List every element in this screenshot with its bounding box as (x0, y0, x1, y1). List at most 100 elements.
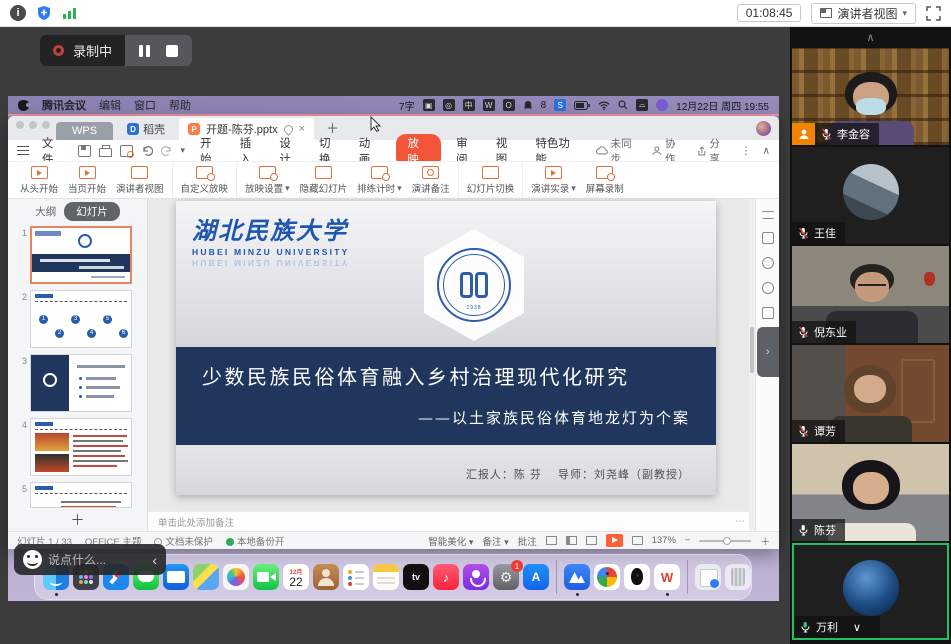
tab-slides[interactable]: 幻灯片 (64, 202, 120, 221)
custom-slideshow-button[interactable]: 自定义放映 (177, 165, 233, 196)
screen-record-status-icon[interactable]: ▣ (423, 99, 435, 111)
slide-thumbnail-5[interactable]: 1 (30, 482, 132, 508)
app-s-icon[interactable]: S (554, 99, 566, 111)
music-icon[interactable]: ♪ (433, 564, 459, 590)
participant-tile[interactable]: 王佳 (792, 147, 949, 244)
wps-account-avatar[interactable] (756, 121, 771, 136)
zoom-slider[interactable] (699, 540, 751, 542)
slideshow-settings-button[interactable]: 放映设置▾ (241, 165, 294, 196)
input-method-badge[interactable]: 7字 (399, 98, 415, 113)
participant-tile[interactable]: 李金容 (792, 48, 949, 145)
podcasts-icon[interactable] (463, 564, 489, 590)
presenter-view-button[interactable]: 演讲者视图 (112, 165, 168, 196)
comments-pane-icon[interactable] (762, 307, 774, 319)
history-icon[interactable] (762, 257, 774, 269)
photos-icon[interactable] (223, 564, 249, 590)
zoom-level[interactable]: 137% (652, 535, 676, 546)
chat-input[interactable]: 说点什么... (48, 551, 146, 568)
menubar-app-menu[interactable]: 腾讯会议 (42, 97, 86, 113)
participant-tile[interactable]: 陈芬 (792, 444, 949, 541)
network-signal-icon[interactable] (62, 6, 78, 20)
notes-toggle-button[interactable]: 备注 ▾ (482, 534, 508, 548)
fullscreen-icon[interactable] (926, 6, 941, 21)
system-settings-icon[interactable]: ⚙1 (493, 564, 519, 590)
meeting-info-icon[interactable]: i (10, 5, 26, 21)
save-icon[interactable] (78, 145, 91, 157)
play-from-beginning-button[interactable]: 从头开始 (16, 165, 62, 196)
tencent-meeting-icon[interactable] (564, 564, 590, 590)
screen-record-button[interactable]: 屏幕录制 (582, 165, 628, 196)
siri-icon[interactable] (656, 99, 668, 111)
comments-toggle-button[interactable]: 批注 (518, 534, 537, 548)
maps-icon[interactable] (193, 564, 219, 590)
slide-thumbnail-1[interactable] (30, 226, 132, 284)
slide-transition-button[interactable]: 幻灯片切换 (463, 165, 519, 196)
menubar-edit-menu[interactable]: 编辑 (99, 97, 121, 113)
quickbar-caret-icon[interactable]: ▾ (181, 145, 186, 156)
sidebar-collapse-icon[interactable]: ∧ (790, 27, 951, 48)
collapse-ribbon-icon[interactable]: ∧ (762, 145, 770, 157)
hide-slide-button[interactable]: 隐藏幻灯片 (296, 165, 352, 196)
slide-thumbnail-3[interactable] (30, 354, 132, 412)
notification-bell-icon[interactable] (523, 100, 533, 111)
emoji-icon[interactable] (23, 550, 42, 569)
redo-icon[interactable] (161, 145, 173, 157)
spotlight-search-icon[interactable] (618, 100, 628, 110)
slideshow-play-button[interactable] (606, 534, 623, 547)
wps-office-icon[interactable]: W (654, 564, 680, 590)
reminders-icon[interactable] (343, 564, 369, 590)
wifi-icon[interactable] (598, 101, 610, 110)
reading-view-icon[interactable] (586, 536, 597, 545)
notes-more-icon[interactable]: ⋯ (736, 516, 746, 527)
slide-thumbnail-4[interactable] (30, 418, 132, 476)
tab-wps-home[interactable]: WPS (56, 122, 113, 140)
chat-quick-bar[interactable]: 说点什么... ‹ (14, 544, 166, 575)
mail-icon[interactable] (163, 564, 189, 590)
user-status-icon[interactable]: ◎ (443, 99, 455, 111)
input-language-icon[interactable]: 中 (463, 99, 475, 111)
speaker-notes-button[interactable]: 演讲备注 (408, 165, 454, 196)
normal-view-icon[interactable] (546, 536, 557, 545)
menubar-datetime[interactable]: 12月22日 周四 19:55 (676, 98, 769, 113)
contacts-icon[interactable] (313, 564, 339, 590)
speaker-view-button[interactable]: 演讲者视图 ▾ (811, 3, 916, 24)
tile-options-chevron-icon[interactable]: ∨ (843, 621, 871, 634)
security-shield-icon[interactable] (36, 5, 52, 21)
menubar-window-menu[interactable]: 窗口 (134, 97, 156, 113)
apple-tv-icon[interactable]: tv (403, 564, 429, 590)
tab-outline[interactable]: 大纲 (35, 204, 56, 219)
zoom-out-button[interactable]: − (685, 535, 691, 546)
participant-tile-active-speaker[interactable]: 万利 ∨ (792, 543, 949, 640)
participant-tile[interactable]: 谭芳 (792, 345, 949, 442)
undo-icon[interactable] (141, 145, 153, 157)
app-o-icon[interactable]: O (503, 99, 515, 111)
add-slide-button[interactable]: ＋ (8, 510, 147, 530)
local-backup-status[interactable]: 本地备份开 (226, 534, 285, 548)
control-center-icon[interactable]: ⌓ (636, 99, 648, 111)
collapse-chat-icon[interactable]: ‹ (152, 552, 157, 568)
vertical-scrollbar[interactable] (749, 199, 755, 531)
downloads-stack-icon[interactable] (695, 564, 721, 590)
sorter-view-icon[interactable] (566, 536, 577, 545)
calendar-icon[interactable]: 12月22 (283, 564, 309, 590)
pause-recording-button[interactable] (139, 45, 150, 57)
rehearse-timing-button[interactable]: 排练计时▾ (353, 165, 406, 196)
properties-icon[interactable] (762, 211, 774, 219)
panel-expand-flyout[interactable]: ‹ (757, 327, 779, 377)
app-w-icon[interactable]: W (483, 99, 495, 111)
more-options-icon[interactable]: ⋮ (741, 145, 752, 157)
slide-thumbnail-2[interactable]: 1 2 3 4 5 6 (30, 290, 132, 348)
zoom-slider-knob[interactable] (723, 537, 731, 545)
notes-app-icon[interactable] (373, 564, 399, 590)
zoom-in-button[interactable]: ＋ (760, 534, 770, 548)
fit-screen-icon[interactable] (632, 536, 643, 545)
play-from-current-button[interactable]: 当页开始 (64, 165, 110, 196)
print-preview-icon[interactable] (120, 145, 133, 157)
menubar-help-menu[interactable]: 帮助 (169, 97, 191, 113)
print-icon[interactable] (99, 148, 112, 157)
notes-bar[interactable]: 单击此处添加备注 ⋯ (148, 511, 755, 531)
hamburger-menu-icon[interactable] (17, 146, 29, 155)
tab-docer[interactable]: D 稻壳 (119, 118, 173, 140)
facetime-icon[interactable] (253, 564, 279, 590)
trash-icon[interactable] (725, 564, 751, 590)
